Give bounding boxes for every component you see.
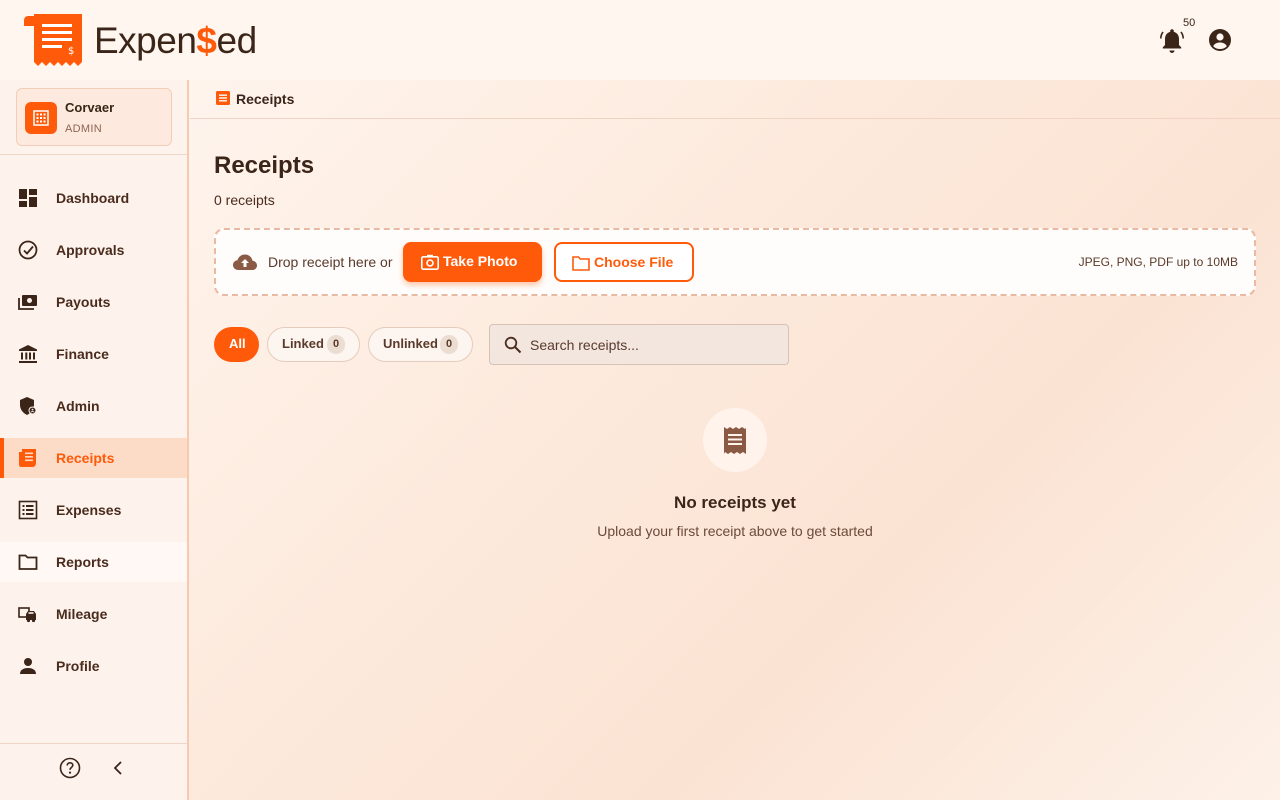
admin-shield-icon xyxy=(20,397,37,415)
notification-count: 50 xyxy=(1183,17,1196,29)
sidebar-item-dashboard[interactable]: Dashboard xyxy=(0,178,187,218)
receipt-long-icon xyxy=(724,427,746,454)
take-photo-label: Take Photo xyxy=(443,253,518,269)
brand-name: Expen$ed xyxy=(94,20,257,62)
filter-linked[interactable]: Linked 0 xyxy=(267,327,360,362)
search-icon xyxy=(504,336,522,354)
page-title: Receipts xyxy=(214,152,315,179)
filter-linked-label: Linked xyxy=(282,336,324,351)
sidebar-item-label: Profile xyxy=(56,658,100,674)
empty-state-subtitle: Upload your first receipt above to get s… xyxy=(597,523,873,539)
filter-all-label: All xyxy=(229,336,246,351)
sidebar-item-label: Finance xyxy=(56,346,109,362)
svg-text:$: $ xyxy=(68,46,74,57)
breadcrumb: Receipts xyxy=(190,80,1280,119)
filter-unlinked-label: Unlinked xyxy=(383,336,438,351)
receipts-count: 0 receipts xyxy=(214,192,275,208)
brand-prefix: Expen xyxy=(94,20,197,61)
check-circle-icon xyxy=(18,240,38,260)
sidebar-item-admin[interactable]: Admin xyxy=(0,386,187,426)
brand-suffix: ed xyxy=(216,20,258,61)
choose-file-label: Choose File xyxy=(594,254,674,270)
sidebar-item-profile[interactable]: Profile xyxy=(0,646,187,686)
sidebar: Corvaer ADMIN Dashboard Approvals Payout… xyxy=(0,80,189,800)
sidebar-item-receipts[interactable]: Receipts xyxy=(0,438,187,478)
sidebar-item-reports[interactable]: Reports xyxy=(0,542,187,582)
search-input[interactable] xyxy=(530,333,780,357)
dashboard-icon xyxy=(19,189,37,207)
sidebar-divider xyxy=(0,154,187,155)
choose-file-button[interactable]: Choose File xyxy=(554,242,694,282)
payments-icon xyxy=(18,295,37,310)
sidebar-item-label: Payouts xyxy=(56,294,111,310)
help-circle-icon[interactable] xyxy=(59,757,81,779)
search-box[interactable] xyxy=(489,324,789,365)
accepted-formats: JPEG, PNG, PDF up to 10MB xyxy=(1078,255,1238,269)
filter-all[interactable]: All xyxy=(214,327,259,362)
empty-state-title: No receipts yet xyxy=(674,493,796,512)
sidebar-item-label: Reports xyxy=(56,554,109,570)
org-icon-tile xyxy=(25,102,57,134)
person-icon xyxy=(20,658,36,674)
sidebar-item-approvals[interactable]: Approvals xyxy=(0,230,187,270)
car-icon xyxy=(18,607,36,623)
breadcrumb-current[interactable]: Receipts xyxy=(236,91,294,107)
filter-unlinked-count: 0 xyxy=(440,335,458,354)
org-name: Corvaer xyxy=(65,100,115,115)
sidebar-item-payouts[interactable]: Payouts xyxy=(0,282,187,322)
take-photo-button[interactable]: Take Photo xyxy=(403,242,542,282)
building-icon xyxy=(33,110,49,126)
top-app-bar: $ Expen$ed 50 xyxy=(0,0,1280,80)
folder-icon xyxy=(572,256,590,271)
sidebar-item-label: Dashboard xyxy=(56,190,130,206)
filter-linked-count: 0 xyxy=(327,335,345,354)
account-circle-icon[interactable] xyxy=(1208,28,1232,52)
brand-dollar: $ xyxy=(196,20,217,61)
cloud-upload-icon xyxy=(233,254,257,270)
filter-unlinked[interactable]: Unlinked 0 xyxy=(368,327,473,362)
receipt-icon xyxy=(19,449,36,467)
chevron-left-icon[interactable] xyxy=(110,759,126,777)
folder-icon xyxy=(18,554,38,570)
dropzone-text: Drop receipt here or xyxy=(268,254,393,270)
sidebar-item-finance[interactable]: Finance xyxy=(0,334,187,374)
sidebar-item-label: Admin xyxy=(56,398,100,414)
org-switcher[interactable]: Corvaer ADMIN xyxy=(16,88,172,146)
sidebar-item-label: Receipts xyxy=(56,450,115,466)
org-role: ADMIN xyxy=(65,123,102,135)
receipt-dropzone[interactable]: Drop receipt here or Take Photo Choose F… xyxy=(214,228,1256,296)
sidebar-divider xyxy=(0,743,187,744)
bank-icon xyxy=(19,345,37,363)
receipt-logo-icon: $ xyxy=(24,14,82,66)
sidebar-item-label: Approvals xyxy=(56,242,125,258)
sidebar-item-mileage[interactable]: Mileage xyxy=(0,594,187,634)
sidebar-item-label: Mileage xyxy=(56,606,108,622)
camera-icon xyxy=(421,254,439,270)
bell-icon[interactable] xyxy=(1160,28,1184,54)
list-alt-icon xyxy=(216,91,230,105)
